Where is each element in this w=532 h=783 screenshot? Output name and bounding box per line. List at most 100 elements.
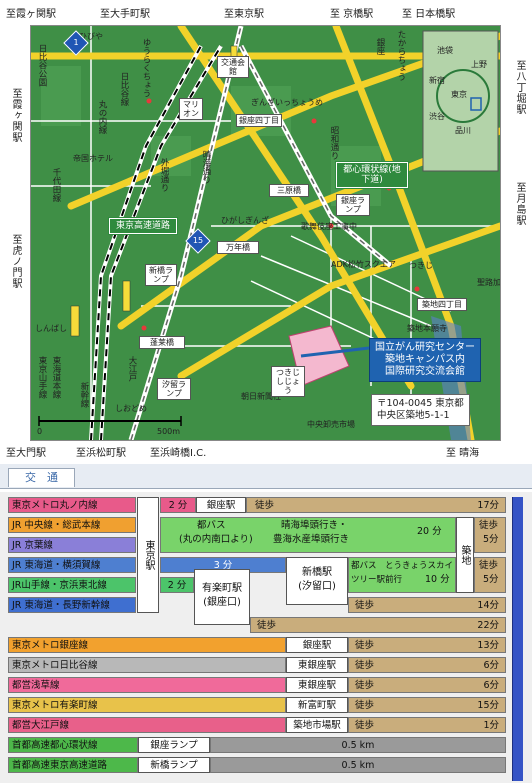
edge-label-right: 至八丁堀駅 xyxy=(514,60,525,115)
address-box: 〒104-0045 東京都 中央区築地5-1-1 xyxy=(371,394,470,426)
destination-callout: 国立がん研究センター 築地キャンパス内 国際研究交流会館 xyxy=(369,338,481,382)
line-label: JR 中央線・総武本線 xyxy=(8,517,136,533)
shinbashi-station-box: 新橋駅 (汐留口) xyxy=(286,557,348,605)
map-label: 三原橋 xyxy=(269,184,309,197)
bus-destination: 豊海水産埠頭行き xyxy=(273,534,350,545)
bus-name: 都バス とうきょうスカイ xyxy=(351,561,454,571)
line-label: 都営浅草線 xyxy=(8,677,286,693)
bus-destination: ツリー駅前行 xyxy=(351,575,403,585)
map-label: たからちょう xyxy=(396,30,406,81)
edge-label-top: 至東京駅 xyxy=(224,9,264,20)
line-label: 首都高速東京高速道路 xyxy=(8,757,138,773)
map-label: 東海道本線 xyxy=(51,356,61,399)
bus-destination: 晴海埠頭行き・ xyxy=(281,520,348,531)
ride-time: 2 分 xyxy=(160,577,194,593)
bus-route: 都バス (丸の内南口より) 晴海埠頭行き・ 豊海水産埠頭行き 20 分 xyxy=(160,517,456,553)
section-tabbar: 交 通 xyxy=(0,464,532,489)
route-number: 15 xyxy=(192,236,204,245)
map-label: つきじ xyxy=(409,261,433,270)
station-box: 東銀座駅 xyxy=(286,657,348,673)
walk-time: 17分 xyxy=(477,500,499,511)
inset-label: 上野 xyxy=(471,60,487,69)
walk-bar: 徒歩 6分 xyxy=(348,657,506,673)
walk-bar: 徒歩 6分 xyxy=(348,677,506,693)
map-label: 丸の内線 xyxy=(97,100,107,134)
walk-label: 徒歩 xyxy=(479,560,499,571)
walk-bar: 徒歩 5分 xyxy=(474,557,506,593)
station-name: 新橋駅 xyxy=(302,567,332,578)
ride-time: 2 分 xyxy=(160,497,196,513)
edge-label-right: 至月島駅 xyxy=(514,182,525,226)
station-box: 東銀座駅 xyxy=(286,677,348,693)
edge-label-bottom: 至浜松町駅 xyxy=(76,448,126,459)
map-label: 新橋ランプ xyxy=(145,264,177,286)
callout-line: 国立がん研究センター xyxy=(375,342,475,353)
walk-time: 14分 xyxy=(477,600,499,611)
walk-time: 6分 xyxy=(483,680,499,691)
map-label: 歌舞伎座工事中 xyxy=(301,222,357,231)
map-label: 汐留ランプ xyxy=(157,378,191,400)
walk-label: 徒歩 xyxy=(355,700,375,711)
inset-label: 池袋 xyxy=(437,46,453,55)
drive-distance: 0.5 km xyxy=(210,737,506,753)
inset-label: 品川 xyxy=(455,126,471,135)
line-label: 東京メトロ有楽町線 xyxy=(8,697,286,713)
inset-label: 新宿 xyxy=(429,76,445,85)
line-label: 東京メトロ丸ノ内線 xyxy=(8,497,136,513)
map-label: 千代田線 xyxy=(51,168,61,202)
access-page: 至霞ヶ関駅 至大手町駅 至東京駅 至 京橋駅 至 日本橋駅 至霞ヶ関駅 至虎ノ門… xyxy=(0,0,532,783)
walk-label: 徒歩 xyxy=(257,620,277,631)
line-label: 都営大江戸線 xyxy=(8,717,286,733)
table-accent-bar xyxy=(512,497,523,781)
edge-label-top: 至 日本橋駅 xyxy=(402,9,456,20)
map-label: 銀座 xyxy=(375,38,385,55)
map-canvas[interactable]: 日比谷公園 ひびや ゆうらくちょう 日比谷線 交通会館 銀座 たからちょう マリ… xyxy=(30,25,501,441)
walk-time: 6分 xyxy=(483,660,499,671)
map-label: 東京山手線 xyxy=(37,356,47,399)
tab-transport[interactable]: 交 通 xyxy=(8,468,75,487)
map-label: 都心環状線(地下道) xyxy=(335,161,409,189)
walk-label: 徒歩 xyxy=(255,500,275,511)
map-label: 外堀通り xyxy=(159,158,169,192)
line-label: JR 東海道・長野新幹線 xyxy=(8,597,136,613)
map-label: 東京高速道路 xyxy=(108,217,178,235)
map-label: ひがしぎんざ xyxy=(221,216,269,225)
bus-origin: (丸の内南口より) xyxy=(179,534,253,545)
walk-label: 徒歩 xyxy=(355,600,375,611)
inset-label: 渋谷 xyxy=(429,112,445,121)
edge-label-top: 至 京橋駅 xyxy=(330,9,374,20)
walk-time: 15分 xyxy=(477,700,499,711)
walk-time: 5分 xyxy=(483,534,499,545)
map-label: 日比谷線 xyxy=(119,72,129,106)
bus-time: 10 分 xyxy=(425,574,450,585)
walk-time: 1分 xyxy=(483,720,499,731)
map-label: 交通会館 xyxy=(217,56,249,78)
edge-label-top: 至大手町駅 xyxy=(100,9,150,20)
map-label: 帝国ホテル xyxy=(73,154,113,163)
line-label: 東京メトロ日比谷線 xyxy=(8,657,286,673)
line-label: JR 東海道・横須賀線 xyxy=(8,557,136,573)
route-number: 1 xyxy=(73,38,79,47)
map-label: 築地四丁目 xyxy=(417,298,467,311)
line-label: JR 京葉線 xyxy=(8,537,136,553)
line-label: 首都高速都心環状線 xyxy=(8,737,138,753)
walk-bar: 徒歩 14分 xyxy=(348,597,506,613)
map-label: 銀座四丁目 xyxy=(236,114,282,127)
scale-label: 0 xyxy=(37,427,43,436)
walk-time: 13分 xyxy=(477,640,499,651)
map-label: ぎんざいっちょうめ xyxy=(251,98,323,107)
map-label: ゆうらくちょう xyxy=(141,38,151,98)
walk-bar: 徒歩 13分 xyxy=(348,637,506,653)
walk-bar: 徒歩 1分 xyxy=(348,717,506,733)
callout-line: 築地キャンパス内 xyxy=(385,354,465,365)
map-label: 昭和通り xyxy=(329,126,339,160)
address-line: 中央区築地5-1-1 xyxy=(377,410,450,421)
edge-label-top: 至霞ヶ関駅 xyxy=(6,9,56,20)
bus-route: 都バス とうきょうスカイ ツリー駅前行 10 分 xyxy=(348,557,456,593)
access-map: 至霞ヶ関駅 至大手町駅 至東京駅 至 京橋駅 至 日本橋駅 至霞ヶ関駅 至虎ノ門… xyxy=(0,0,532,462)
map-label: 万年橋 xyxy=(217,241,259,254)
edge-label-left: 至霞ヶ関駅 xyxy=(10,88,21,143)
map-label: 新幹線 xyxy=(79,382,89,408)
map-label: 中央卸売市場 xyxy=(307,420,355,429)
ramp-box: 新橋ランプ xyxy=(138,757,210,773)
